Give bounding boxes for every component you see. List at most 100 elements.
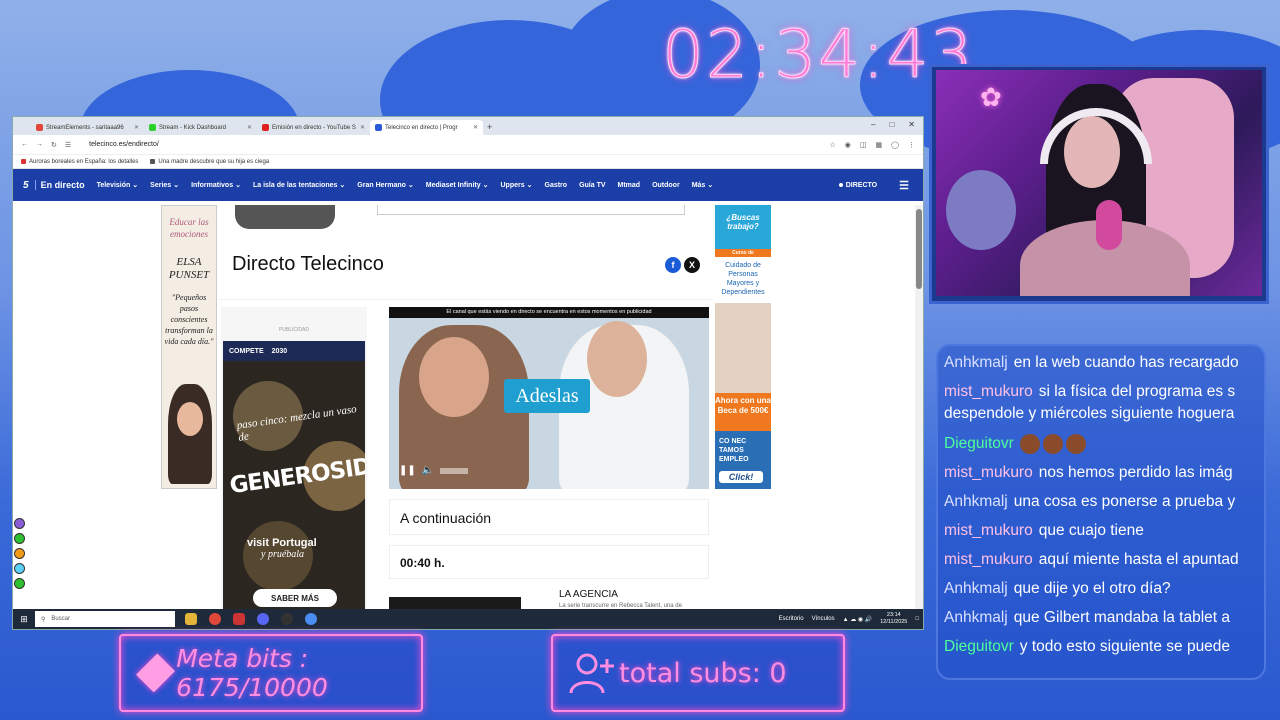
menu-icon[interactable]: ⋮ [908, 141, 915, 149]
ad-notice: El canal que estás viendo en directo se … [389, 307, 709, 318]
hamburger-icon[interactable]: ☰ [899, 179, 909, 192]
chrome-icon[interactable] [209, 613, 221, 625]
microphone [1096, 200, 1122, 250]
browser-window: StreamElements - saritaaa96 ✕ Stream - Kic… [12, 116, 924, 630]
volume-icon[interactable]: 🔈 [422, 465, 434, 476]
diamond-icon [136, 653, 176, 693]
nav-item[interactable]: Outdoor [652, 182, 680, 189]
live-indicator[interactable]: DIRECTO [838, 182, 877, 189]
tab-close-icon[interactable]: ✕ [247, 124, 252, 131]
chat-message: mist_mukuro si la física del programa es … [944, 377, 1264, 429]
nav-item[interactable]: Informativos [191, 182, 233, 189]
nav-item[interactable]: Gastro [545, 182, 568, 189]
volume-slider[interactable] [440, 467, 469, 474]
chevron-down-icon: ⌄ [235, 182, 241, 189]
chat-text: y todo esto siguiente se puede [1019, 638, 1231, 655]
site-navigation: 5 En directo Televisión ⌄ Series ⌄ Informati… [13, 169, 923, 201]
ad-question: ¿Buscas trabajo? [715, 205, 771, 249]
tab-favicon-icon [262, 124, 269, 131]
saber-mas-button[interactable]: SABER MÁS [253, 589, 337, 607]
tray-icons[interactable]: ▲ ☁ ◉ 🔊 [843, 616, 873, 623]
tab-close-icon[interactable]: ✕ [360, 124, 365, 131]
nav-item[interactable]: Mediaset Infinity [426, 182, 481, 189]
windows-start-icon[interactable]: ⊞ [13, 614, 35, 625]
browser-tab[interactable]: Stream - Kick Dashboard ✕ [144, 120, 257, 135]
browser-tab[interactable]: Emisión en directo - YouTube S ✕ [257, 120, 370, 135]
bookmarks-bar: Auroras boreales en España: los detalles… [13, 155, 923, 169]
notification-icon[interactable]: □ [915, 616, 919, 622]
nav-item[interactable]: Televisión [97, 182, 131, 189]
scrollbar[interactable] [915, 205, 923, 611]
click-button[interactable]: Click! [719, 471, 763, 483]
chat-username[interactable]: mist_mukuro [944, 383, 1033, 400]
new-tab-button[interactable]: + [487, 120, 492, 135]
goal-item: 1 t3: 20 mins [14, 531, 118, 546]
chat-username[interactable]: Anhkmalj [944, 580, 1008, 597]
nav-item[interactable]: La isla de las tentaciones [253, 182, 337, 189]
chevron-down-icon: ⌄ [407, 182, 414, 189]
close-icon[interactable]: ✕ [908, 120, 915, 129]
x-icon[interactable]: X [684, 257, 700, 273]
reload-icon[interactable]: ↻ [51, 141, 57, 149]
chevron-down-icon: ⌄ [339, 182, 346, 189]
chat-text: que cuajo tiene [1038, 522, 1144, 539]
ad-tagline: Educar las emociones [169, 217, 209, 239]
right-ad-banner[interactable]: ¿Buscas trabajo? Curso de Cuidado de Per… [715, 205, 771, 489]
scrollbar-thumb[interactable] [916, 209, 922, 289]
nav-item[interactable]: Más [692, 182, 706, 189]
back-icon[interactable]: ← [21, 141, 28, 148]
discord-icon[interactable] [257, 613, 269, 625]
chat-username[interactable]: mist_mukuro [944, 522, 1033, 539]
tab-search-icon[interactable]: ▦ [876, 141, 883, 149]
chat-username[interactable]: Anhkmalj [944, 609, 1008, 626]
meta-bits-box: Meta bits : 6175/10000 [119, 634, 423, 712]
tab-close-icon[interactable]: ✕ [134, 124, 139, 131]
nav-item[interactable]: Mtmad [618, 182, 641, 189]
file-explorer-icon[interactable] [185, 613, 197, 625]
chat-username[interactable]: Dieguitovr [944, 435, 1014, 452]
tab-close-icon[interactable]: ✕ [473, 124, 478, 131]
nav-item[interactable]: Uppers [501, 182, 525, 189]
left-ad-banner[interactable]: Educar las emociones ELSA PUNSET "Pequeñ… [161, 205, 217, 489]
nav-item[interactable]: Gran Hermano [357, 182, 406, 189]
windows-taskbar: ⊞ ⚲ Buscar Escritorio Vínculos ▲ ☁ ◉ 🔊 23… [13, 609, 923, 629]
taskbar-search[interactable]: ⚲ Buscar [35, 611, 175, 627]
chat-username[interactable]: Anhkmalj [944, 354, 1008, 371]
site-info-icon[interactable]: ☰ [65, 141, 71, 149]
url-field[interactable]: telecinco.es/endirecto/ [89, 141, 159, 148]
browser-tab[interactable]: Telecinco en directo | Progr ✕ [370, 120, 483, 135]
video-player[interactable]: El canal que estás viendo en directo se … [389, 307, 709, 489]
program-title[interactable]: LA AGENCIA [559, 589, 618, 600]
chat-text: aquí miente hasta el apuntad [1038, 551, 1239, 568]
puzzle-icon[interactable]: ◫ [860, 141, 867, 149]
star-icon[interactable]: ☆ [830, 141, 836, 149]
facebook-icon[interactable]: f [665, 257, 681, 273]
chat-username[interactable]: mist_mukuro [944, 551, 1033, 568]
browser-tab[interactable]: StreamElements - saritaaa96 ✕ [31, 120, 144, 135]
profile-icon[interactable]: ◯ [891, 141, 899, 149]
links-label[interactable]: Vínculos [812, 616, 835, 622]
obs-icon[interactable] [281, 613, 293, 625]
chat-username[interactable]: mist_mukuro [944, 464, 1033, 481]
portugal-ad[interactable]: PUBLICIDAD COMPETE 2030 paso cinco: mezc… [221, 307, 367, 611]
telecinco-logo[interactable]: 5 [23, 180, 29, 191]
nav-right: DIRECTO ☰ [838, 179, 923, 192]
chat-username[interactable]: Dieguitovr [944, 638, 1014, 655]
nav-home[interactable]: En directo [34, 180, 85, 190]
chrome-active-icon[interactable] [305, 613, 317, 625]
bookmark-item[interactable]: Auroras boreales en España: los detalles [21, 159, 138, 165]
bookmark-item[interactable]: Una madre descubre que su hija es ciega [150, 159, 269, 165]
app-icon[interactable] [233, 613, 245, 625]
maximize-icon[interactable]: □ [889, 120, 894, 129]
butterfly-icon: ✿ [980, 82, 1002, 112]
forward-icon[interactable]: → [36, 141, 43, 148]
clock[interactable]: 23:14 12/11/2025 [880, 612, 907, 626]
pause-icon[interactable]: ❚❚ [399, 465, 416, 476]
desktop-label[interactable]: Escritorio [779, 616, 804, 622]
minimize-icon[interactable]: – [871, 120, 875, 129]
extension-icon[interactable]: ◉ [845, 141, 851, 149]
chat-username[interactable]: Anhkmalj [944, 493, 1008, 510]
nav-item[interactable]: Series [150, 182, 171, 189]
nav-item[interactable]: Guía TV [579, 182, 605, 189]
chevron-down-icon: ⌄ [526, 182, 533, 189]
